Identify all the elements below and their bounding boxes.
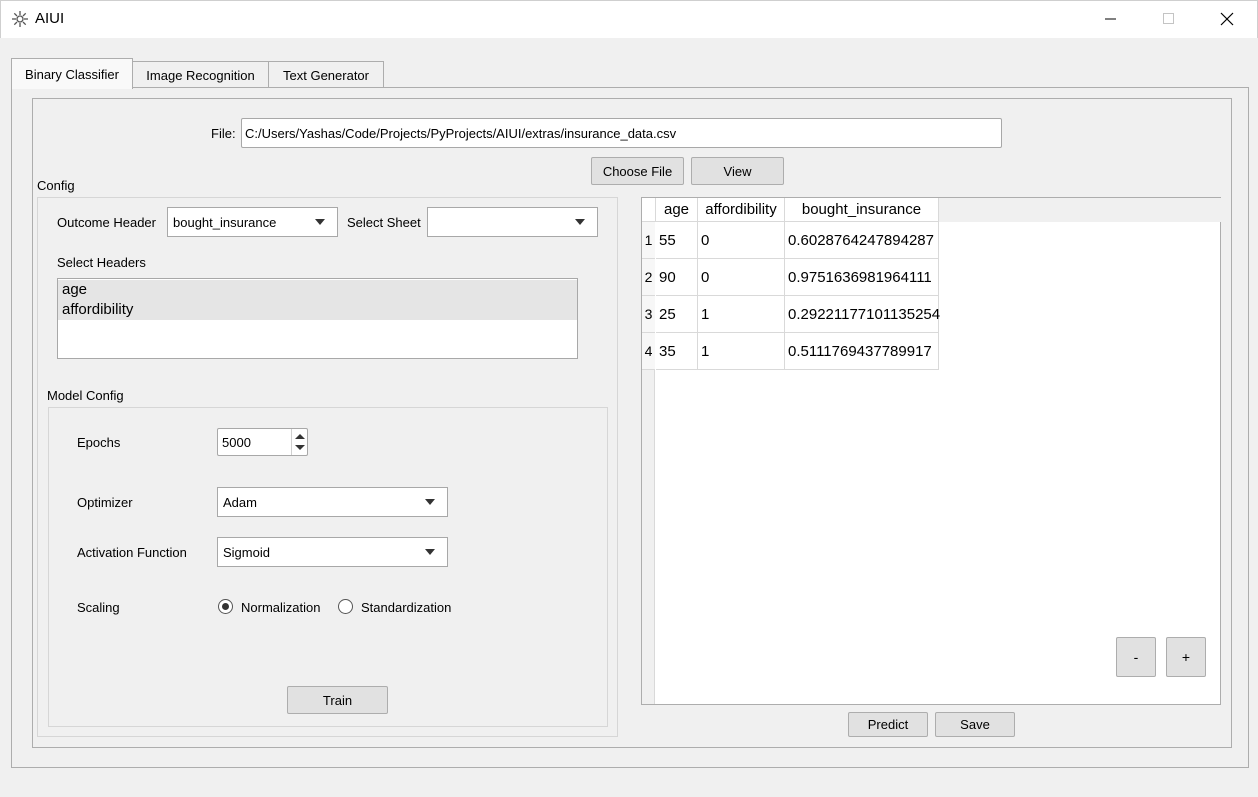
table-cell[interactable]: 0.5111769437789917 <box>785 333 939 370</box>
chevron-down-icon <box>425 499 435 505</box>
outcome-header-value: bought_insurance <box>173 214 277 230</box>
column-header-bought-insurance[interactable]: bought_insurance <box>785 198 939 222</box>
select-sheet-label: Select Sheet <box>347 215 421 230</box>
table-cell[interactable]: 25 <box>656 296 698 333</box>
select-sheet-dropdown[interactable] <box>427 207 598 237</box>
list-item[interactable]: affordibility <box>58 300 577 320</box>
predict-button[interactable]: Predict <box>848 712 928 737</box>
table-cell[interactable]: 35 <box>656 333 698 370</box>
title-bar <box>0 0 1258 38</box>
remove-row-button[interactable]: - <box>1116 637 1156 677</box>
row-header[interactable]: 1 <box>642 222 655 259</box>
standardization-label[interactable]: Standardization <box>361 600 451 615</box>
app-logo-icon <box>11 10 29 28</box>
activation-function-dropdown[interactable]: Sigmoid <box>217 537 448 567</box>
table-cell[interactable]: 90 <box>656 259 698 296</box>
tab-binary-classifier[interactable]: Binary Classifier <box>11 58 133 89</box>
list-item[interactable]: age <box>58 280 577 300</box>
config-title: Config <box>37 178 75 193</box>
close-button[interactable] <box>1198 0 1256 38</box>
row-header[interactable]: 2 <box>642 259 655 296</box>
outcome-header-label: Outcome Header <box>57 215 156 230</box>
row-header[interactable]: 3 <box>642 296 655 333</box>
window-title: AIUI <box>35 10 65 27</box>
optimizer-dropdown[interactable]: Adam <box>217 487 448 517</box>
select-headers-label: Select Headers <box>57 255 146 270</box>
outcome-header-dropdown[interactable]: bought_insurance <box>167 207 338 237</box>
row-header[interactable]: 4 <box>642 333 655 370</box>
header-empty-area <box>939 198 1221 222</box>
train-button[interactable]: Train <box>287 686 388 714</box>
table-cell[interactable]: 55 <box>656 222 698 259</box>
optimizer-value: Adam <box>223 494 257 510</box>
choose-file-button[interactable]: Choose File <box>591 157 684 185</box>
maximize-icon <box>1163 13 1174 24</box>
data-table[interactable]: age affordibility bought_insurance 1 55 … <box>641 197 1221 705</box>
activation-function-label: Activation Function <box>77 545 187 560</box>
table-cell[interactable]: 1 <box>698 333 785 370</box>
headers-list[interactable]: age affordibility <box>57 278 578 359</box>
column-header-age[interactable]: age <box>656 198 698 222</box>
epochs-spinbox[interactable]: 5000 <box>217 428 308 456</box>
epochs-value: 5000 <box>222 435 251 450</box>
tab-image-recognition[interactable]: Image Recognition <box>132 61 269 88</box>
standardization-radio[interactable] <box>338 599 353 614</box>
radio-selected-dot <box>222 603 229 610</box>
chevron-down-icon <box>315 219 325 225</box>
table-cell[interactable]: 0 <box>698 222 785 259</box>
table-corner <box>642 198 656 222</box>
chevron-down-icon <box>575 219 585 225</box>
close-icon <box>1220 12 1234 26</box>
spin-arrows <box>291 429 307 455</box>
table-cell[interactable]: 0.6028764247894287 <box>785 222 939 259</box>
table-cell[interactable]: 0.29221177101135254 <box>785 296 940 333</box>
view-button[interactable]: View <box>691 157 784 185</box>
activation-function-value: Sigmoid <box>223 544 270 560</box>
file-label: File: <box>211 126 236 141</box>
chevron-down-icon <box>425 549 435 555</box>
table-cell[interactable]: 0.9751636981964111 <box>785 259 939 296</box>
scaling-label: Scaling <box>77 600 120 615</box>
file-path-input[interactable]: C:/Users/Yashas/Code/Projects/PyProjects… <box>241 118 1002 148</box>
minimize-button[interactable] <box>1082 0 1140 38</box>
tab-text-generator[interactable]: Text Generator <box>268 61 384 88</box>
spin-up-down-icon[interactable] <box>292 429 308 455</box>
normalization-label[interactable]: Normalization <box>241 600 320 615</box>
normalization-radio[interactable] <box>218 599 233 614</box>
optimizer-label: Optimizer <box>77 495 133 510</box>
model-config-title: Model Config <box>47 388 124 403</box>
table-cell[interactable]: 0 <box>698 259 785 296</box>
save-button[interactable]: Save <box>935 712 1015 737</box>
minimize-icon <box>1105 18 1116 20</box>
table-cell[interactable]: 1 <box>698 296 785 333</box>
maximize-button[interactable] <box>1140 0 1198 38</box>
add-row-button[interactable]: + <box>1166 637 1206 677</box>
epochs-label: Epochs <box>77 435 121 450</box>
model-config-group <box>48 407 608 727</box>
column-header-affordibility[interactable]: affordibility <box>698 198 785 222</box>
